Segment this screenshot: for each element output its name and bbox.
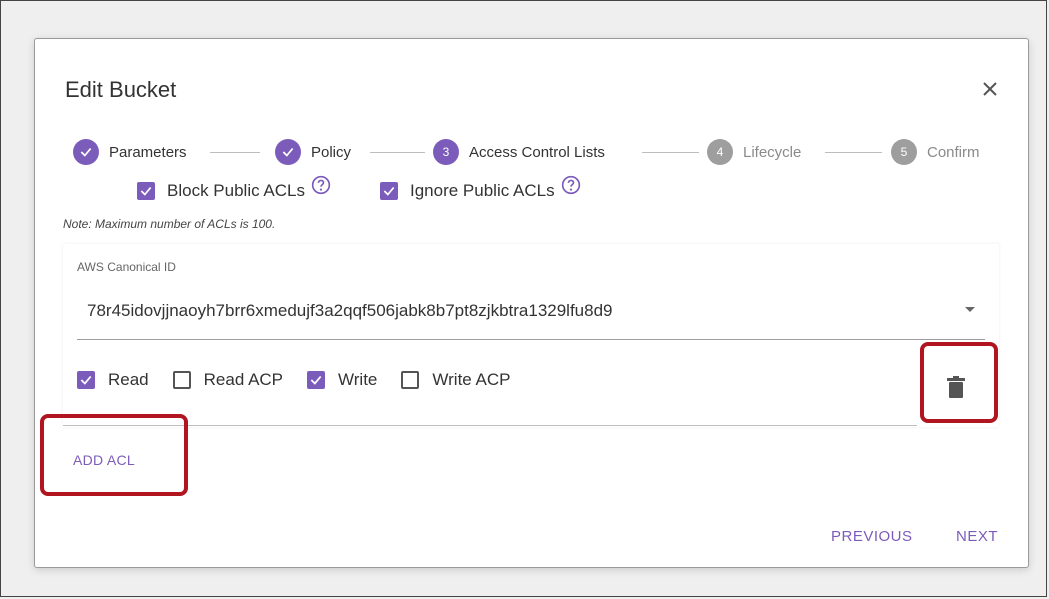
step-parameters[interactable]: Parameters <box>73 139 187 165</box>
step-label: Confirm <box>927 143 980 161</box>
ignore-public-acls-label: Ignore Public ACLs <box>410 181 555 200</box>
close-icon[interactable] <box>978 77 1002 101</box>
step-number: 4 <box>707 139 733 165</box>
write-label: Write <box>338 370 378 389</box>
step-connector <box>825 152 882 153</box>
next-button[interactable]: NEXT <box>956 528 998 545</box>
step-label: Policy <box>311 143 352 161</box>
acl-entry: AWS Canonical ID 78r45idovjjnaoyh7brr6xm… <box>63 244 999 427</box>
permission-write[interactable]: Write <box>307 370 377 390</box>
read-acp-checkbox[interactable] <box>172 371 191 389</box>
write-acp-label: Write ACP <box>432 370 511 389</box>
help-circle-icon[interactable] <box>311 175 331 195</box>
edit-bucket-dialog: Edit Bucket Parameters Policy 3 Access C… <box>34 38 1029 568</box>
write-checkbox[interactable] <box>307 371 326 389</box>
ignore-public-acls-checkbox[interactable] <box>380 182 398 200</box>
check-icon <box>275 139 301 165</box>
canonical-id-underline <box>77 339 985 340</box>
permission-write-acp[interactable]: Write ACP <box>401 370 510 390</box>
step-confirm[interactable]: 5 Confirm <box>891 139 980 165</box>
step-number: 5 <box>891 139 917 165</box>
step-policy[interactable]: Policy <box>275 139 351 165</box>
trash-icon[interactable] <box>947 376 965 398</box>
ignore-public-acls-option[interactable]: Ignore Public ACLs <box>380 175 581 201</box>
step-lifecycle[interactable]: 4 Lifecycle <box>707 139 801 165</box>
step-connector <box>370 152 425 153</box>
read-checkbox[interactable] <box>77 371 95 389</box>
dialog-title: Edit Bucket <box>65 77 177 102</box>
step-connector <box>642 152 699 153</box>
stepper: Parameters Policy 3 Access Control Lists… <box>73 139 993 167</box>
canonical-id-label: AWS Canonical ID <box>77 260 176 274</box>
canonical-id-select[interactable]: 78r45idovjjnaoyh7brr6xmedujf3a2qqf506jab… <box>87 301 613 321</box>
step-access-control-lists[interactable]: 3 Access Control Lists <box>433 139 605 165</box>
acl-limit-note: Note: Maximum number of ACLs is 100. <box>63 217 276 231</box>
check-icon <box>73 139 99 165</box>
block-public-acls-checkbox[interactable] <box>137 182 155 200</box>
block-public-acls-label: Block Public ACLs <box>167 181 305 200</box>
acl-divider <box>63 425 917 426</box>
permission-options: Read Read ACP Write Write ACP <box>77 370 534 390</box>
permission-read[interactable]: Read <box>77 370 149 390</box>
step-label: Parameters <box>109 143 187 161</box>
help-circle-icon[interactable] <box>561 175 581 195</box>
previous-button[interactable]: PREVIOUS <box>831 528 913 545</box>
block-public-acls-option[interactable]: Block Public ACLs <box>137 175 331 201</box>
permission-read-acp[interactable]: Read ACP <box>172 370 284 390</box>
read-label: Read <box>108 370 149 389</box>
read-acp-label: Read ACP <box>203 370 284 389</box>
write-acp-checkbox[interactable] <box>401 371 420 389</box>
step-number: 3 <box>433 139 459 165</box>
step-label: Lifecycle <box>743 143 802 161</box>
step-label: Access Control Lists <box>469 143 605 161</box>
step-connector <box>210 152 260 153</box>
dropdown-arrow-icon[interactable] <box>965 307 975 312</box>
add-acl-button[interactable]: ADD ACL <box>73 452 135 468</box>
